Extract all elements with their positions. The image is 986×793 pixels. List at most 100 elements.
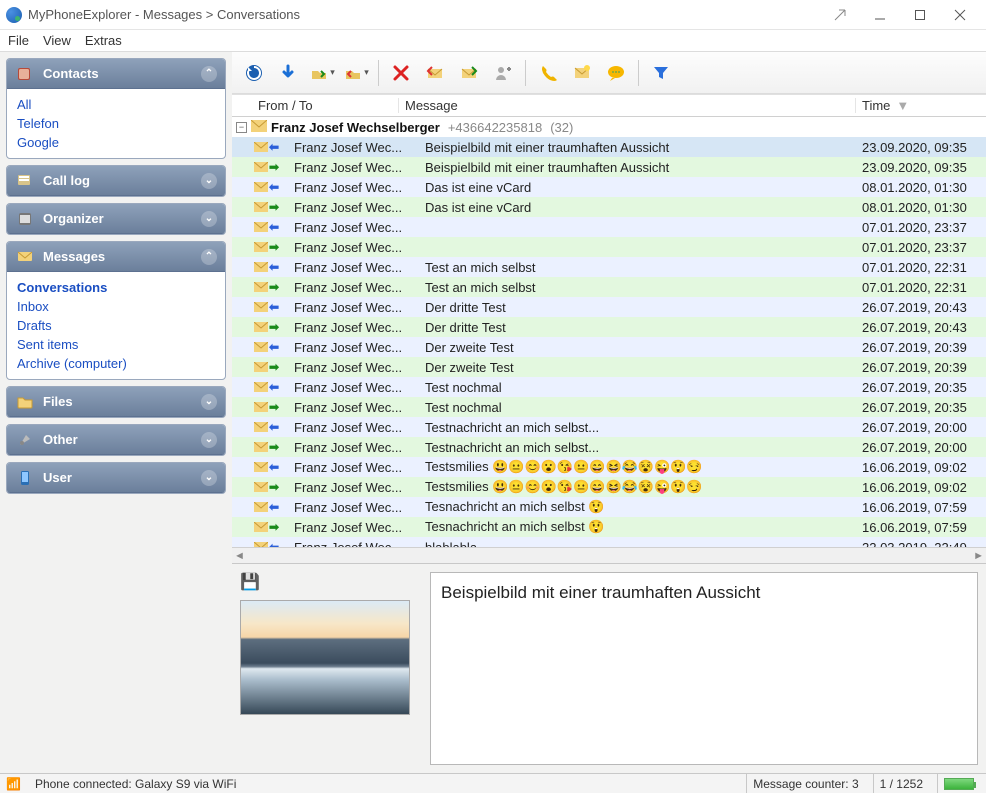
panel-contacts-header[interactable]: Contacts ⌃ [7, 59, 225, 89]
row-from: Franz Josef Wec... [294, 540, 419, 548]
panel-messages-header[interactable]: Messages ⌃ [7, 242, 225, 272]
messages-item-sent[interactable]: Sent items [17, 335, 215, 354]
arrow-left-icon: ⬅ [269, 421, 279, 433]
arrow-right-icon: ➡ [269, 441, 279, 453]
panel-organizer-header[interactable]: Organizer ⌄ [7, 204, 225, 234]
corner-icon[interactable] [820, 2, 860, 28]
contacts-item-google[interactable]: Google [17, 133, 215, 152]
app-icon [6, 7, 22, 23]
message-row[interactable]: ➡Franz Josef Wec...07.01.2020, 23:37 [232, 237, 986, 257]
message-row[interactable]: ⬅Franz Josef Wec...07.01.2020, 23:37 [232, 217, 986, 237]
minimize-button[interactable] [860, 2, 900, 28]
refresh-button[interactable] [240, 59, 268, 87]
rows-container[interactable]: − Franz Josef Wechselberger +43664223581… [232, 117, 986, 547]
message-row[interactable]: ⬅Franz Josef Wec...Test an mich selbst07… [232, 257, 986, 277]
row-from: Franz Josef Wec... [294, 280, 419, 295]
messages-item-inbox[interactable]: Inbox [17, 297, 215, 316]
message-row[interactable]: ⬅Franz Josef Wec...Der dritte Test26.07.… [232, 297, 986, 317]
row-from: Franz Josef Wec... [294, 240, 419, 255]
messages-item-drafts[interactable]: Drafts [17, 316, 215, 335]
chevron-down-icon: ⌄ [201, 211, 217, 227]
row-message: Der dritte Test [419, 320, 856, 335]
import-button[interactable] [342, 59, 370, 87]
message-row[interactable]: ⬅Franz Josef Wec...Der zweite Test26.07.… [232, 337, 986, 357]
conversation-group-header[interactable]: − Franz Josef Wechselberger +43664223581… [232, 117, 986, 137]
row-time: 07.01.2020, 22:31 [856, 260, 986, 275]
message-row[interactable]: ⬅Franz Josef Wec...blablabla22.03.2019, … [232, 537, 986, 547]
row-time: 16.06.2019, 07:59 [856, 520, 986, 535]
panel-messages: Messages ⌃ Conversations Inbox Drafts Se… [6, 241, 226, 380]
message-row[interactable]: ➡Franz Josef Wec...Testsmilies 😃😐😊😮😘😐😄😆😂… [232, 477, 986, 497]
message-row[interactable]: ⬅Franz Josef Wec...Tesnachricht an mich … [232, 497, 986, 517]
panel-user-header[interactable]: User ⌄ [7, 463, 225, 493]
row-from: Franz Josef Wec... [294, 480, 419, 495]
forward-button[interactable] [455, 59, 483, 87]
row-message: Testnachricht an mich selbst... [419, 420, 856, 435]
message-row[interactable]: ⬅Franz Josef Wec...Das ist eine vCard08.… [232, 177, 986, 197]
panel-organizer: Organizer ⌄ [6, 203, 226, 235]
panel-files-header[interactable]: Files ⌄ [7, 387, 225, 417]
row-message: Test an mich selbst [419, 260, 856, 275]
row-time: 16.06.2019, 09:02 [856, 480, 986, 495]
battery-icon [944, 778, 974, 790]
panel-calllog-header[interactable]: Call log ⌄ [7, 166, 225, 196]
download-button[interactable] [274, 59, 302, 87]
row-time: 23.09.2020, 09:35 [856, 140, 986, 155]
messages-item-archive[interactable]: Archive (computer) [17, 354, 215, 373]
message-row[interactable]: ➡Franz Josef Wec...Testnachricht an mich… [232, 437, 986, 457]
attachment-thumbnail[interactable] [240, 600, 410, 715]
row-from: Franz Josef Wec... [294, 220, 419, 235]
message-body[interactable]: Beispielbild mit einer traumhaften Aussi… [430, 572, 978, 765]
arrow-left-icon: ⬅ [269, 461, 279, 473]
arrow-left-icon: ⬅ [269, 301, 279, 313]
organizer-icon [15, 209, 35, 229]
filter-button[interactable] [647, 59, 675, 87]
panel-contacts-title: Contacts [43, 66, 99, 81]
arrow-left-icon: ⬅ [269, 381, 279, 393]
arrow-right-icon: ➡ [269, 481, 279, 493]
row-message: Das ist eine vCard [419, 180, 856, 195]
panel-other-header[interactable]: Other ⌄ [7, 425, 225, 455]
export-button[interactable] [308, 59, 336, 87]
reply-button[interactable] [421, 59, 449, 87]
close-button[interactable] [940, 2, 980, 28]
contacts-item-telefon[interactable]: Telefon [17, 114, 215, 133]
column-time[interactable]: Time ▼ [856, 98, 986, 113]
menu-file[interactable]: File [8, 33, 29, 48]
chat-button[interactable] [602, 59, 630, 87]
message-row[interactable]: ⬅Franz Josef Wec...Test nochmal26.07.201… [232, 377, 986, 397]
save-icon[interactable]: 💾 [240, 572, 260, 592]
message-row[interactable]: ➡Franz Josef Wec...Test an mich selbst07… [232, 277, 986, 297]
files-icon [15, 392, 35, 412]
row-message: blablabla [419, 540, 856, 548]
contacts-item-all[interactable]: All [17, 95, 215, 114]
horizontal-scrollbar[interactable]: ◄► [232, 547, 986, 563]
collapse-icon[interactable]: − [236, 122, 247, 133]
new-message-button[interactable] [568, 59, 596, 87]
messages-item-conversations[interactable]: Conversations [17, 278, 215, 297]
message-row[interactable]: ⬅Franz Josef Wec...Testnachricht an mich… [232, 417, 986, 437]
titlebar: MyPhoneExplorer - Messages > Conversatio… [0, 0, 986, 30]
delete-button[interactable] [387, 59, 415, 87]
message-row[interactable]: ➡Franz Josef Wec...Tesnachricht an mich … [232, 517, 986, 537]
chevron-up-icon: ⌃ [201, 249, 217, 265]
message-row[interactable]: ⬅Franz Josef Wec...Testsmilies 😃😐😊😮😘😐😄😆😂… [232, 457, 986, 477]
add-contact-button[interactable] [489, 59, 517, 87]
message-row[interactable]: ➡Franz Josef Wec...Der dritte Test26.07.… [232, 317, 986, 337]
arrow-right-icon: ➡ [269, 201, 279, 213]
row-icons: ➡ [254, 521, 294, 533]
maximize-button[interactable] [900, 2, 940, 28]
arrow-left-icon: ⬅ [269, 141, 279, 153]
row-message: Der dritte Test [419, 300, 856, 315]
column-from[interactable]: From / To [254, 98, 399, 113]
message-row[interactable]: ➡Franz Josef Wec...Das ist eine vCard08.… [232, 197, 986, 217]
message-row[interactable]: ➡Franz Josef Wec...Test nochmal26.07.201… [232, 397, 986, 417]
column-message[interactable]: Message [399, 98, 856, 113]
arrow-right-icon: ➡ [269, 521, 279, 533]
menu-extras[interactable]: Extras [85, 33, 122, 48]
message-row[interactable]: ➡Franz Josef Wec...Der zweite Test26.07.… [232, 357, 986, 377]
message-row[interactable]: ➡Franz Josef Wec...Beispielbild mit eine… [232, 157, 986, 177]
message-row[interactable]: ⬅Franz Josef Wec...Beispielbild mit eine… [232, 137, 986, 157]
menu-view[interactable]: View [43, 33, 71, 48]
call-button[interactable] [534, 59, 562, 87]
